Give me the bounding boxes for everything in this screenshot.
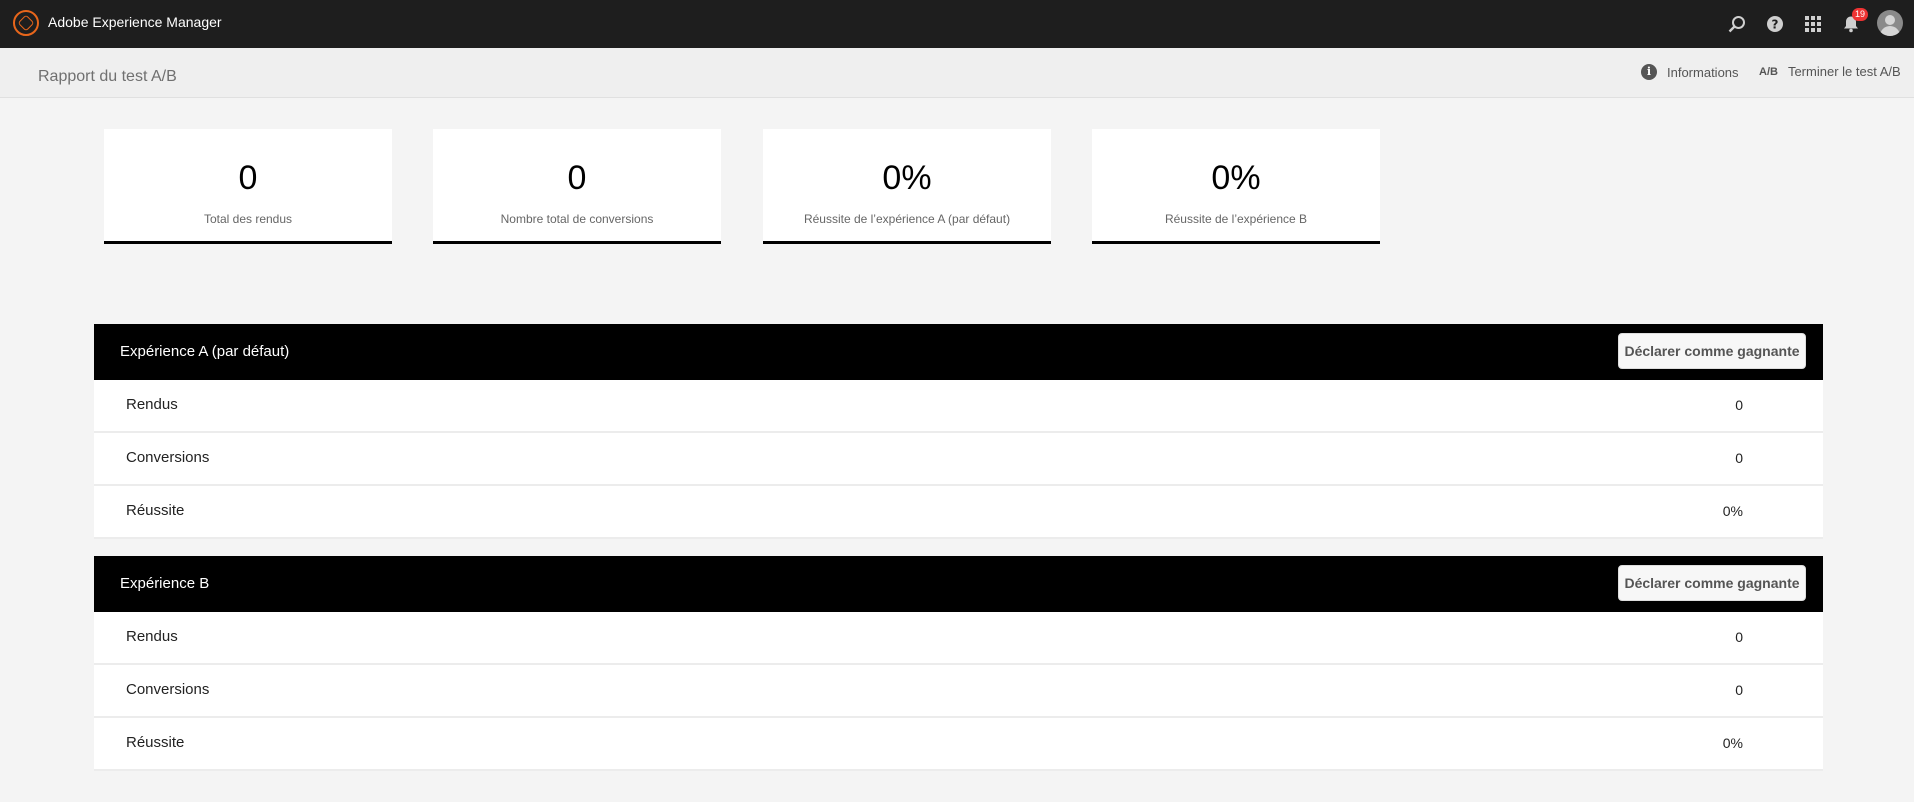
table-row: Conversions 0	[94, 433, 1823, 486]
row-label: Réussite	[126, 502, 185, 519]
table-row: Réussite 0%	[94, 486, 1823, 539]
declare-winner-b-button[interactable]: Déclarer comme gagnante	[1618, 565, 1806, 601]
global-nav-bar: Adobe Experience Manager ? 19	[0, 0, 1914, 48]
declare-winner-a-button[interactable]: Déclarer comme gagnante	[1618, 333, 1806, 369]
row-label: Rendus	[126, 628, 178, 645]
stat-card-total-renders: 0 Total des rendus	[104, 129, 392, 244]
table-row: Conversions 0	[94, 665, 1823, 718]
row-value: 0	[1735, 682, 1743, 698]
notification-count-badge: 19	[1852, 8, 1868, 21]
experience-b-panel: Expérience B Déclarer comme gagnante Ren…	[94, 556, 1823, 771]
experience-a-header: Expérience A (par défaut) Déclarer comme…	[94, 324, 1823, 380]
help-icon[interactable]: ?	[1763, 12, 1787, 36]
stat-label: Nombre total de conversions	[500, 212, 654, 226]
page-title: Rapport du test A/B	[38, 68, 177, 85]
stat-card-success-a: 0% Réussite de l’expérience A (par défau…	[763, 129, 1051, 244]
search-icon[interactable]	[1725, 12, 1749, 36]
apps-grid-icon[interactable]	[1801, 12, 1825, 36]
stat-value: 0%	[882, 159, 932, 197]
stat-label: Total des rendus	[203, 212, 293, 226]
end-ab-test-button[interactable]: A/B Terminer le test A/B	[1759, 64, 1901, 79]
table-row: Rendus 0	[94, 612, 1823, 665]
row-label: Rendus	[126, 396, 178, 413]
experience-a-panel: Expérience A (par défaut) Déclarer comme…	[94, 324, 1823, 539]
stat-value: 0%	[1211, 159, 1261, 197]
svg-text:?: ?	[1772, 18, 1779, 32]
row-label: Conversions	[126, 681, 210, 698]
row-value: 0	[1735, 629, 1743, 645]
table-row: Réussite 0%	[94, 718, 1823, 771]
info-icon: i	[1641, 64, 1657, 80]
ab-test-icon: A/B	[1759, 65, 1778, 78]
row-value: 0%	[1722, 503, 1743, 519]
stat-value: 0	[567, 159, 587, 197]
row-label: Conversions	[126, 449, 210, 466]
stat-card-total-conversions: 0 Nombre total de conversions	[433, 129, 721, 244]
stat-label: Réussite de l’expérience B	[1164, 212, 1308, 226]
row-value: 0%	[1722, 735, 1743, 751]
stat-label: Réussite de l’expérience A (par défaut)	[803, 212, 1011, 226]
aem-logo-icon[interactable]	[13, 10, 39, 36]
experience-b-header: Expérience B Déclarer comme gagnante	[94, 556, 1823, 612]
user-avatar[interactable]	[1877, 10, 1903, 36]
end-ab-test-label: Terminer le test A/B	[1787, 64, 1901, 79]
stat-value: 0	[238, 159, 258, 197]
informations-button[interactable]: i Informations	[1641, 64, 1739, 80]
informations-label: Informations	[1667, 64, 1739, 80]
table-row: Rendus 0	[94, 380, 1823, 433]
row-value: 0	[1735, 450, 1743, 466]
experience-b-title: Expérience B	[120, 575, 210, 592]
experience-a-title: Expérience A (par défaut)	[120, 343, 290, 360]
app-title[interactable]: Adobe Experience Manager	[48, 14, 222, 30]
row-label: Réussite	[126, 734, 185, 751]
row-value: 0	[1735, 397, 1743, 413]
stat-card-success-b: 0% Réussite de l’expérience B	[1092, 129, 1380, 244]
action-bar: Rapport du test A/B i Informations A/B T…	[0, 48, 1914, 98]
